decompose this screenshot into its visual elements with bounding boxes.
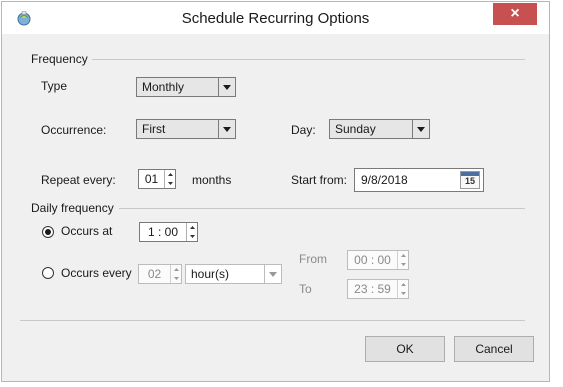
spin-up-icon[interactable] — [398, 251, 408, 260]
from-label: From — [299, 252, 327, 266]
day-label: Day: — [291, 123, 316, 137]
occurs-every-label[interactable]: Occurs every — [61, 266, 132, 280]
day-select-value: Sunday — [335, 122, 376, 136]
spin-down-icon[interactable] — [171, 274, 181, 283]
occurs-every-value: 02 — [147, 267, 162, 281]
spin-up-icon[interactable] — [165, 170, 175, 179]
calendar-icon[interactable]: 15 — [460, 171, 480, 189]
type-select-value: Monthly — [142, 80, 185, 94]
dialog-title: Schedule Recurring Options — [181, 10, 370, 27]
occurs-every-stepper[interactable]: 02 — [138, 264, 182, 284]
frequency-group-label: Frequency — [31, 52, 88, 66]
type-label: Type — [41, 79, 68, 93]
frequency-divider — [92, 59, 525, 60]
repeat-every-label: Repeat every: — [41, 173, 116, 187]
close-button[interactable]: × — [493, 3, 537, 25]
daily-frequency-group-label: Daily frequency — [31, 201, 114, 215]
chevron-down-icon[interactable] — [264, 265, 281, 283]
to-time-input[interactable]: 23 : 59 — [347, 279, 409, 299]
repeat-every-stepper[interactable]: 01 — [138, 169, 176, 189]
occurs-at-time-value: 1 : 00 — [147, 225, 179, 239]
spin-down-icon[interactable] — [398, 260, 408, 269]
occurs-at-time-input[interactable]: 1 : 00 — [139, 222, 198, 242]
occurs-at-radio[interactable] — [42, 226, 54, 238]
occurs-every-unit-select[interactable]: hour(s) — [185, 264, 282, 284]
from-time-value: 00 : 00 — [354, 253, 391, 267]
close-icon: × — [510, 5, 520, 22]
spin-up-icon[interactable] — [187, 223, 197, 232]
occurrence-select-value: First — [142, 122, 166, 136]
to-label: To — [299, 282, 312, 296]
to-time-value: 23 : 59 — [354, 282, 391, 296]
occurrence-select[interactable]: First — [136, 119, 236, 139]
start-date-value: 9/8/2018 — [361, 173, 408, 187]
repeat-every-value: 01 — [144, 172, 159, 186]
chevron-down-icon[interactable] — [218, 78, 235, 96]
spin-up-icon[interactable] — [398, 280, 408, 289]
occurrence-label: Occurrence: — [41, 123, 107, 137]
start-date-picker[interactable]: 9/8/2018 15 — [354, 168, 484, 192]
occurs-every-unit-value: hour(s) — [191, 267, 230, 281]
start-from-label: Start from: — [291, 173, 348, 187]
type-select[interactable]: Monthly — [136, 77, 236, 97]
spin-down-icon[interactable] — [398, 289, 408, 298]
spin-up-icon[interactable] — [171, 265, 181, 274]
spin-down-icon[interactable] — [165, 179, 175, 188]
repeat-unit-label: months — [192, 173, 232, 187]
cancel-button[interactable]: Cancel — [454, 336, 534, 362]
chevron-down-icon[interactable] — [412, 120, 429, 138]
occurs-every-radio[interactable] — [42, 267, 54, 279]
dialog-window: Schedule Recurring Options × Frequency T… — [1, 1, 550, 382]
occurs-at-label[interactable]: Occurs at — [61, 224, 112, 238]
title-bar: Schedule Recurring Options × — [2, 2, 549, 34]
ok-button[interactable]: OK — [365, 336, 445, 362]
day-select[interactable]: Sunday — [329, 119, 430, 139]
spin-down-icon[interactable] — [187, 232, 197, 241]
bottom-divider — [20, 320, 525, 321]
chevron-down-icon[interactable] — [218, 120, 235, 138]
daily-frequency-divider — [119, 208, 525, 209]
from-time-input[interactable]: 00 : 00 — [347, 250, 409, 270]
